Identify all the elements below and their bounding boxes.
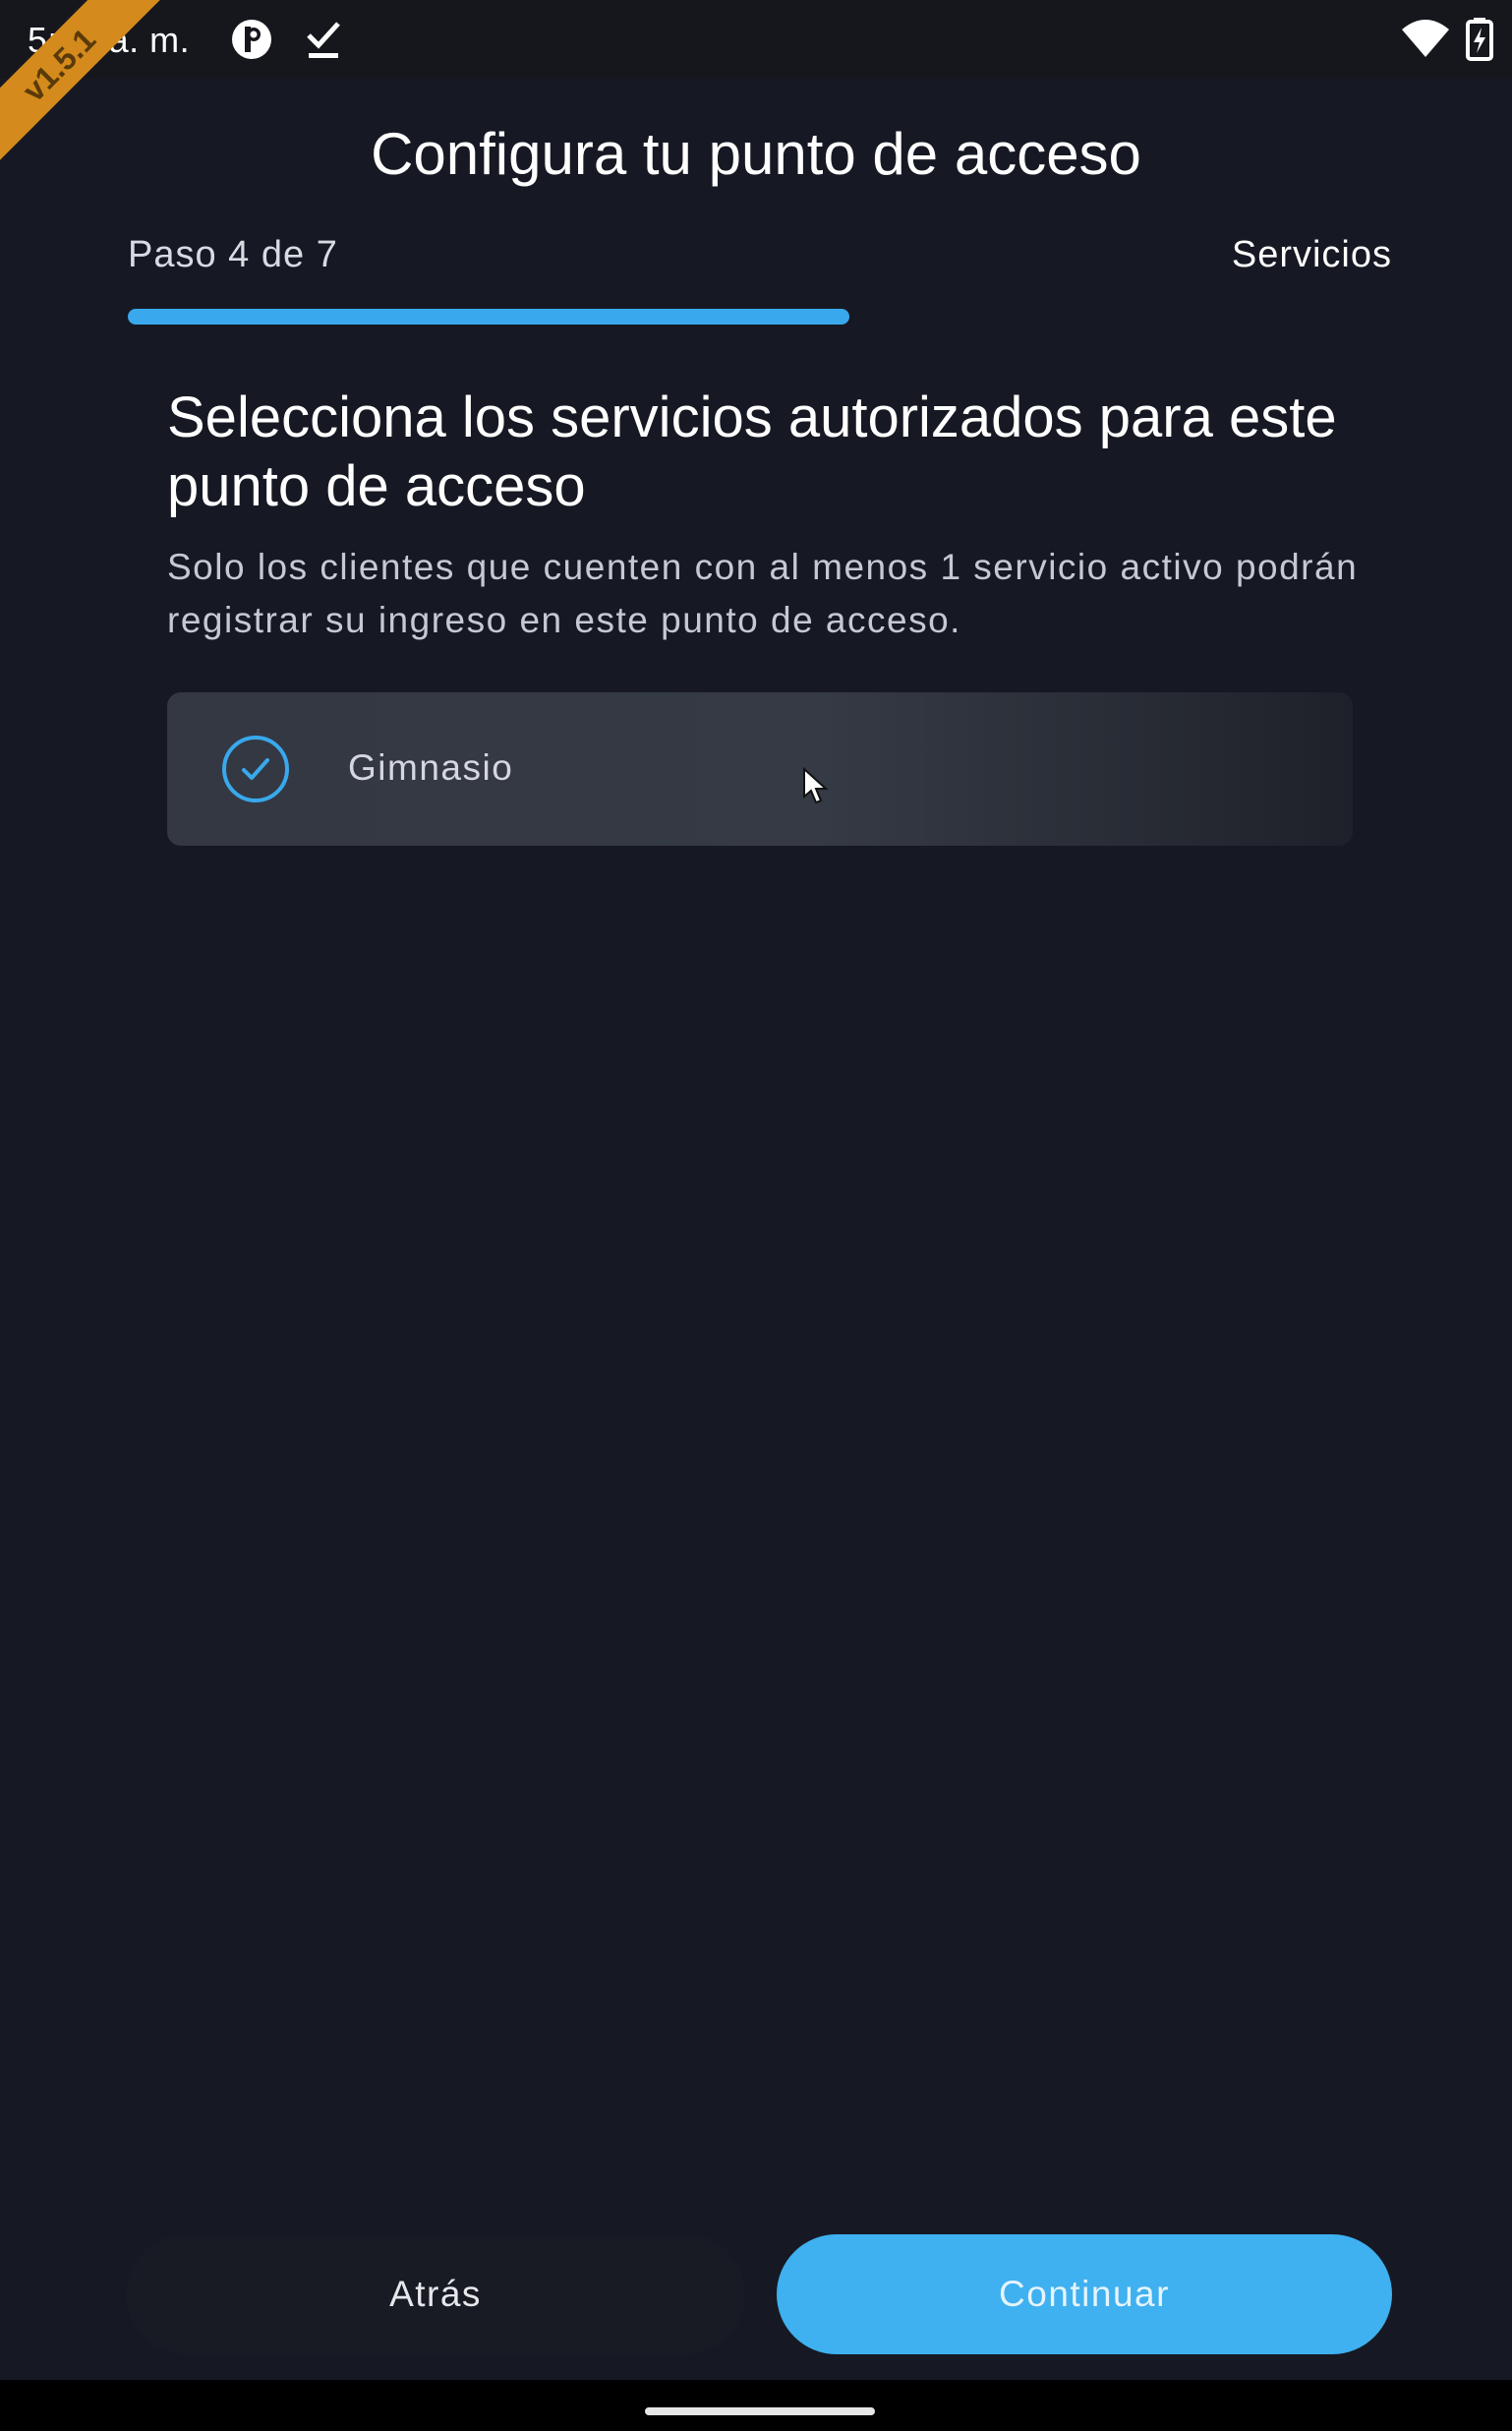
system-navigation-bar xyxy=(0,2380,1512,2431)
mouse-pointer-icon xyxy=(802,766,832,806)
app-notification-icon xyxy=(228,16,275,63)
battery-charging-icon xyxy=(1465,16,1494,63)
service-label: Gimnasio xyxy=(348,747,514,788)
download-done-icon xyxy=(301,16,348,63)
status-bar: 5:54 a. m. xyxy=(0,0,1512,79)
step-counter: Paso 4 de 7 xyxy=(128,234,338,275)
step-progress-bar xyxy=(128,309,1392,325)
step-name: Servicios xyxy=(1231,234,1392,275)
back-button[interactable]: Atrás xyxy=(126,2234,745,2354)
wifi-icon xyxy=(1400,16,1449,63)
section-description: Solo los clientes que cuenten con al men… xyxy=(167,547,1359,640)
continue-button[interactable]: Continuar xyxy=(777,2234,1392,2354)
service-item-gimnasio[interactable]: Gimnasio xyxy=(167,692,1353,846)
section-heading: Selecciona los servicios autorizados par… xyxy=(167,385,1337,518)
check-circle-icon[interactable] xyxy=(220,734,291,804)
home-gesture-handle[interactable] xyxy=(645,2407,875,2415)
step-progress-fill xyxy=(128,309,850,325)
page-title: Configura tu punto de acceso xyxy=(371,121,1141,187)
